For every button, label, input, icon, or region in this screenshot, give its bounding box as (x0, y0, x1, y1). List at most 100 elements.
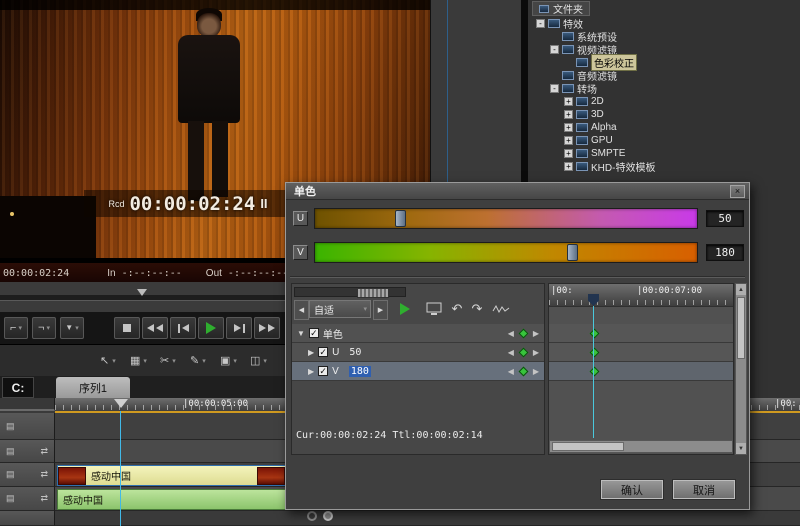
tree-item-effects[interactable]: - 特效 (536, 17, 583, 30)
param-row-monochrome[interactable]: ▼ ✓ 单色 ◀ ▶ (292, 324, 544, 343)
keyframe-play-button[interactable] (392, 300, 418, 318)
preset-prev-button[interactable]: ◀ (294, 300, 309, 320)
tree-collapse-icon[interactable]: - (550, 45, 559, 54)
next-keyframe-button[interactable]: ▶ (533, 348, 539, 357)
track-display-icon[interactable]: ▤ (6, 469, 15, 480)
tree-expand-icon[interactable]: + (564, 149, 573, 158)
u-checkbox[interactable]: ✓ (318, 347, 328, 357)
tree-collapse-icon[interactable]: - (550, 84, 559, 93)
scrollbar-up-button[interactable]: ▲ (736, 284, 746, 295)
timeline-playhead-handle[interactable] (114, 399, 128, 408)
u-slider-thumb[interactable] (395, 210, 406, 227)
tree-expand-icon[interactable]: + (564, 110, 573, 119)
next-keyframe-button[interactable]: ▶ (533, 329, 539, 338)
u-slider[interactable] (314, 208, 698, 229)
keyframe-lane-monochrome[interactable] (549, 324, 733, 343)
previous-frame-button[interactable] (170, 317, 196, 339)
next-frame-button[interactable] (226, 317, 252, 339)
track-swap-icon[interactable]: ⇄ (40, 469, 48, 480)
add-keyframe-button[interactable] (518, 328, 528, 338)
track-display-icon[interactable]: ▤ (6, 493, 15, 504)
cut-tool-button[interactable]: ✂ ▾ (160, 353, 176, 369)
add-keyframe-button[interactable] (518, 366, 528, 376)
expand-collapsed-icon[interactable]: ▶ (308, 348, 314, 357)
sequence-tab[interactable]: 序列1 (56, 377, 130, 398)
timeline-clip-video[interactable]: 感动中国 (57, 465, 286, 486)
tree-expand-icon[interactable]: + (564, 162, 573, 171)
dialog-close-button[interactable]: × (730, 185, 745, 198)
mark-out-button[interactable]: ¬ ▾ (32, 317, 56, 339)
panel-tool-button[interactable]: ▣ ▾ (220, 353, 237, 369)
horizontal-scrollbar[interactable] (549, 440, 733, 453)
param-value[interactable]: 50 (349, 347, 361, 358)
keyframe-diamond[interactable] (590, 366, 600, 376)
v-checkbox[interactable]: ✓ (318, 366, 328, 376)
param-row-v[interactable]: ▶ ✓ V 180 ◀ ▶ (292, 362, 544, 381)
add-keyframe-button[interactable] (518, 347, 528, 357)
track-display-icon[interactable]: ▤ (6, 421, 15, 432)
track-header-video[interactable]: ▤ ⇄ (0, 463, 55, 487)
keyframe-lane-v[interactable] (549, 362, 733, 381)
keyframe-lane-u[interactable] (549, 343, 733, 362)
next-keyframe-button[interactable]: ▶ (533, 367, 539, 376)
vertical-scrollbar-thumb[interactable] (737, 297, 745, 359)
tree-item-khd-template[interactable]: + KHD-特效模板 (564, 160, 655, 173)
pencil-tool-button[interactable]: ✎ ▾ (190, 353, 206, 369)
stop-button[interactable] (114, 317, 140, 339)
grid-tool-button[interactable]: ▦ ▾ (130, 353, 147, 369)
keyframe-diamond[interactable] (590, 347, 600, 357)
timeline-clip-title[interactable]: 感动中国 (57, 489, 286, 510)
expand-open-icon[interactable]: ▼ (297, 329, 305, 338)
v-value-field[interactable]: 180 (706, 244, 744, 261)
track-header-title[interactable]: ▤ ⇄ (0, 487, 55, 511)
folder-panel-tab[interactable]: 文件夹 (532, 1, 590, 16)
redo-button[interactable]: ↷ (468, 300, 486, 318)
preset-next-button[interactable]: ▶ (373, 300, 388, 320)
tree-item-2d[interactable]: + 2D (564, 95, 604, 108)
tree-collapse-icon[interactable]: - (536, 19, 545, 28)
scrub-playhead[interactable] (137, 289, 147, 296)
track-display-icon[interactable]: ▤ (6, 446, 15, 457)
tree-item-alpha[interactable]: + Alpha (564, 121, 617, 134)
select-tool-button[interactable]: ↖ ▾ (100, 353, 116, 369)
zoom-slider-thumb[interactable] (357, 288, 389, 298)
u-value-field[interactable]: 50 (706, 210, 744, 227)
track-swap-icon[interactable]: ⇄ (40, 493, 48, 504)
param-row-u[interactable]: ▶ ✓ U 50 ◀ ▶ (292, 343, 544, 362)
fast-forward-button[interactable] (254, 317, 280, 339)
expand-collapsed-icon[interactable]: ▶ (308, 367, 314, 376)
v-slider-thumb[interactable] (567, 244, 578, 261)
tree-expand-icon[interactable]: + (564, 97, 573, 106)
monitor-toggle-button[interactable] (424, 301, 444, 317)
track-header-2[interactable]: ▤ ⇄ (0, 440, 55, 463)
tree-expand-icon[interactable]: + (564, 123, 573, 132)
prev-keyframe-button[interactable]: ◀ (508, 329, 514, 338)
split-view-button[interactable]: ◫ ▾ (250, 353, 267, 369)
prev-keyframe-button[interactable]: ◀ (508, 348, 514, 357)
v-slider[interactable] (314, 242, 698, 263)
waveform-toggle-button[interactable] (490, 301, 512, 317)
keyframe-zoom-slider[interactable] (294, 287, 406, 297)
keyframe-diamond[interactable] (590, 328, 600, 338)
undo-button[interactable]: ↶ (448, 300, 466, 318)
horizontal-scrollbar-thumb[interactable] (552, 442, 624, 451)
rewind-button[interactable] (142, 317, 168, 339)
track-header-1[interactable]: ▤ (0, 413, 55, 440)
dialog-title-bar[interactable]: 单色 (286, 183, 749, 200)
param-value-editing[interactable]: 180 (349, 366, 371, 377)
track-swap-icon[interactable]: ⇄ (40, 446, 48, 457)
play-button[interactable] (198, 317, 224, 339)
vertical-scrollbar[interactable]: ▲ ▼ (735, 283, 747, 455)
tree-item-gpu[interactable]: + GPU (564, 134, 613, 147)
tree-item-3d[interactable]: + 3D (564, 108, 604, 121)
marker-menu-button[interactable]: ▼ ▾ (60, 317, 84, 339)
tree-expand-icon[interactable]: + (564, 136, 573, 145)
cancel-button[interactable]: 取消 (673, 480, 735, 499)
confirm-button[interactable]: 确认 (601, 480, 663, 499)
prev-keyframe-button[interactable]: ◀ (508, 367, 514, 376)
preset-combobox[interactable]: 自适 ▾ (309, 300, 371, 318)
tree-item-transitions[interactable]: - 转场 (550, 82, 597, 95)
mark-in-button[interactable]: ⌐ ▾ (4, 317, 28, 339)
keyframe-ruler[interactable]: |00: |00:00:07:00 (549, 284, 733, 307)
scrollbar-down-button[interactable]: ▼ (736, 443, 746, 454)
